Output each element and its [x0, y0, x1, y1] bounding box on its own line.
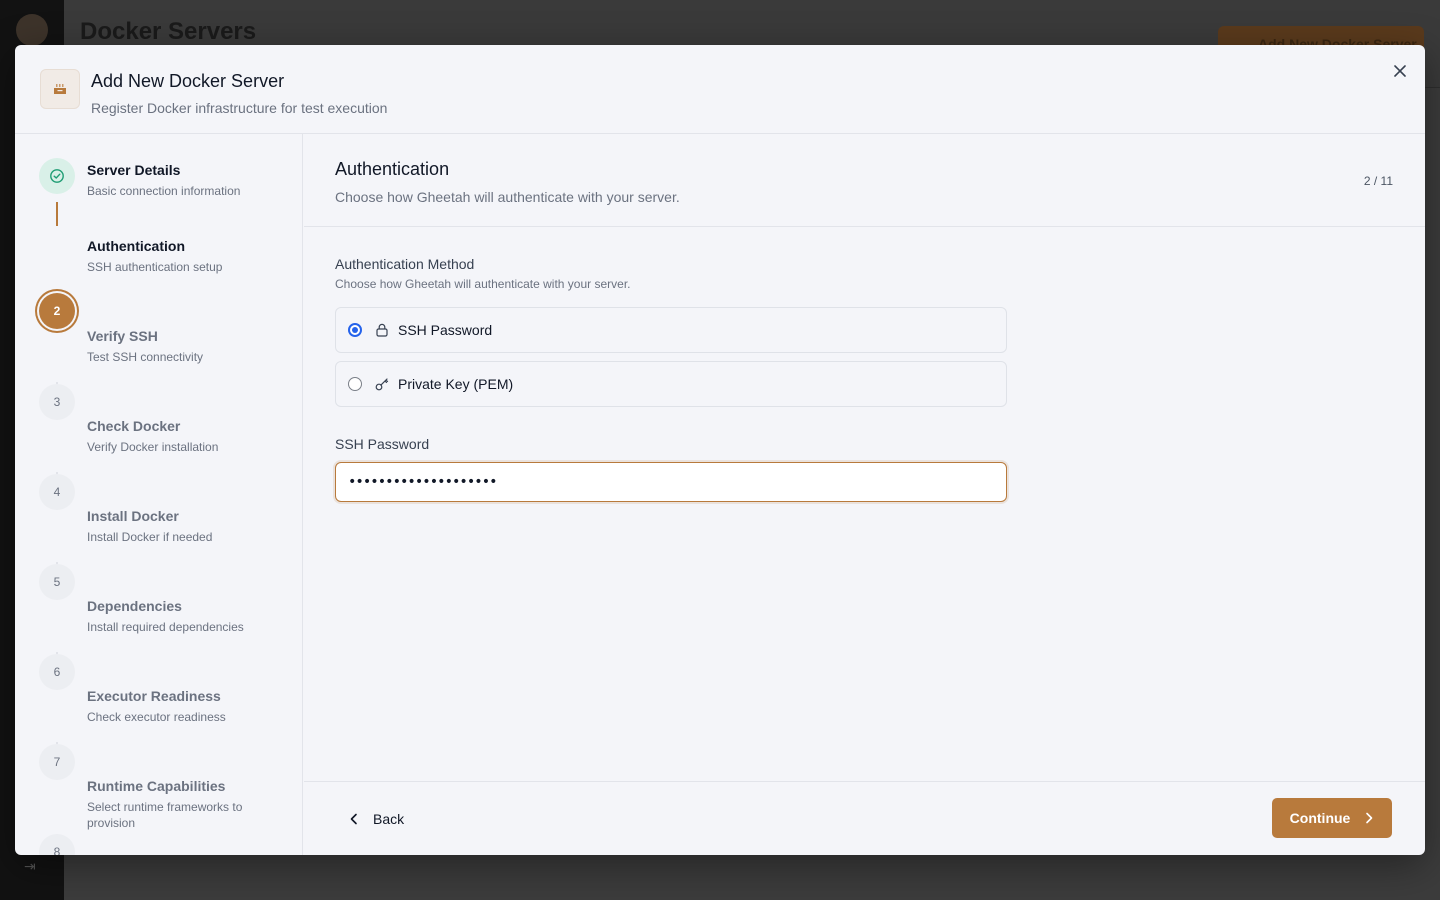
step-number: 8 [39, 834, 75, 855]
step-title: Check Docker [87, 418, 181, 434]
continue-label: Continue [1289, 810, 1351, 826]
continue-button[interactable]: Continue [1272, 798, 1392, 838]
docker-server-icon [40, 69, 80, 109]
step-number: 7 [39, 744, 75, 780]
back-label: Back [373, 811, 405, 827]
step-title: Server Details [87, 162, 181, 178]
app-logo [16, 14, 48, 46]
step-description: Check executor readiness [87, 710, 226, 724]
page-title: Docker Servers [80, 18, 257, 45]
step-number: 6 [39, 654, 75, 690]
step-description: Verify Docker installation [87, 440, 219, 454]
logout-icon: ⇥ [24, 858, 36, 874]
chevron-right-icon [1366, 812, 1373, 824]
step-number: 2 [39, 293, 75, 329]
step-content: Authentication Choose how Gheetah will a… [304, 134, 1425, 855]
radio-button[interactable] [348, 323, 362, 337]
step-number: 5 [39, 564, 75, 600]
step-title: Executor Readiness [87, 688, 221, 704]
step-number: 4 [39, 474, 75, 510]
chevron-left-icon [350, 813, 357, 825]
back-button[interactable]: Back [335, 802, 418, 836]
close-icon [1394, 65, 1406, 77]
modal-title: Add New Docker Server [91, 71, 285, 91]
step-description: Test SSH connectivity [87, 350, 204, 364]
step-number: 3 [39, 384, 75, 420]
private-key-option[interactable]: Private Key (PEM) [335, 361, 1007, 407]
auth-method-label: Authentication Method [335, 256, 475, 272]
wizard-footer: Back Continue [304, 781, 1425, 855]
auth-method-help: Choose how Gheetah will authenticate wit… [335, 277, 631, 291]
step-description: Basic connection information [87, 184, 241, 198]
step-title: Runtime Capabilities [87, 778, 226, 794]
wizard-stepper: Server Details Basic connection informat… [15, 134, 303, 855]
step-title: Install Docker [87, 508, 179, 524]
radio-button[interactable] [348, 377, 362, 391]
section-subtitle: Choose how Gheetah will authenticate wit… [335, 189, 680, 205]
modal-subtitle: Register Docker infrastructure for test … [91, 100, 388, 116]
modal-header: Add New Docker Server Register Docker in… [15, 45, 1425, 134]
step-counter: 2 / 11 [1363, 174, 1393, 188]
add-server-modal: Add New Docker Server Register Docker in… [15, 45, 1425, 855]
step-description: Install required dependencies [87, 620, 244, 634]
step-title: Authentication [87, 238, 185, 254]
step-description: Select runtime frameworks to provision [87, 800, 243, 830]
close-button[interactable] [1390, 61, 1410, 81]
option-label: Private Key (PEM) [398, 376, 514, 392]
step-title: Dependencies [87, 598, 182, 614]
key-icon [374, 376, 390, 392]
step-description: SSH authentication setup [87, 260, 223, 274]
ssh-password-input[interactable] [335, 462, 1007, 502]
step-description: Install Docker if needed [87, 530, 213, 544]
content-header: Authentication Choose how Gheetah will a… [304, 134, 1425, 227]
check-circle-icon [39, 158, 75, 194]
ssh-password-label: SSH Password [335, 436, 430, 452]
section-title: Authentication [335, 159, 450, 179]
step-title: Verify SSH [87, 328, 158, 344]
ssh-password-option[interactable]: SSH Password [335, 307, 1007, 353]
option-label: SSH Password [398, 322, 493, 338]
step-connector [56, 202, 58, 226]
lock-icon [374, 322, 390, 338]
